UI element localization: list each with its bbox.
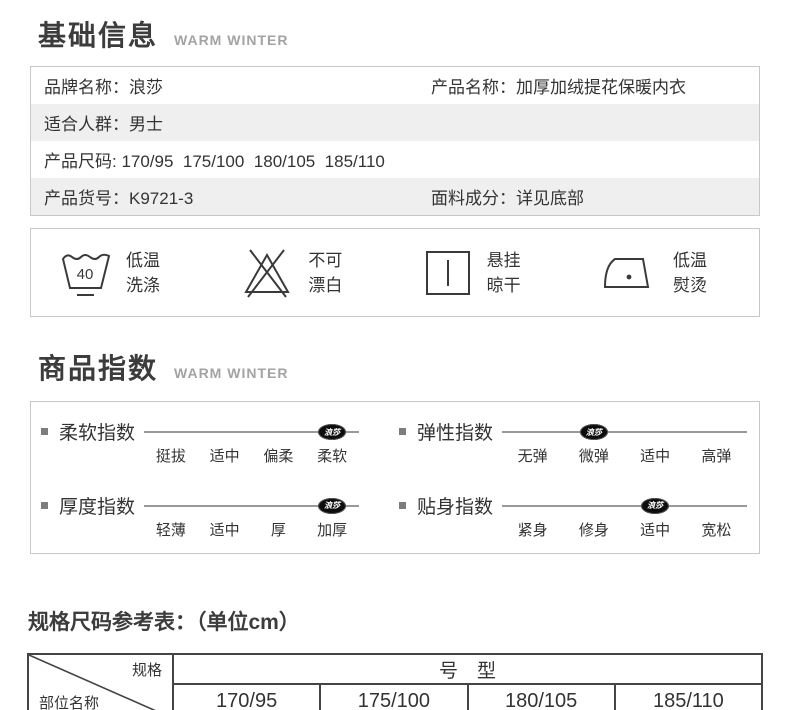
care-label: 低温 洗涤 (126, 248, 160, 298)
tick-labels: 紧身修身适中宽松 (502, 519, 747, 540)
care-item-bleach: 不可 漂白 (241, 246, 342, 300)
diagonal-header-cell: 规格 部位名称 (28, 654, 173, 710)
brand-marker-icon: 浪莎 (580, 424, 608, 440)
slider-row-elasticity: 弹性指数 浪莎 无弹微弹适中高弹 (395, 418, 759, 480)
product-code-cell: 产品货号：K9721-3 (31, 184, 431, 209)
slider-label: 厚度指数 (59, 492, 135, 519)
iron-low-temp-icon (602, 252, 658, 294)
size-cell: 175/100 (320, 684, 467, 710)
slider-label: 柔软指数 (59, 418, 135, 445)
target-group-cell: 适合人群：男士 (31, 110, 759, 135)
product-sizes-cell: 产品尺码: 170/95 175/100 180/105 185/110 (31, 147, 759, 172)
product-index-header: 商品指数 WARM WINTER (38, 347, 790, 387)
basic-info-table: 品牌名称：浪莎 产品名称：加厚加绒提花保暖内衣 适合人群：男士 产品尺码: 17… (30, 66, 760, 216)
slider-label: 贴身指数 (417, 492, 493, 519)
care-item-wash: 40 低温 洗涤 (61, 246, 160, 300)
table-row: 品牌名称：浪莎 产品名称：加厚加绒提花保暖内衣 (31, 67, 759, 104)
wash-low-temp-icon: 40 (61, 246, 111, 300)
brand-marker-icon: 浪莎 (641, 498, 669, 514)
square-bullet-icon (399, 502, 406, 509)
square-bullet-icon (41, 428, 48, 435)
size-reference-table: 规格 部位名称 号 型 170/95 175/100 180/105 185/1… (27, 653, 763, 710)
table-row: 产品尺码: 170/95 175/100 180/105 185/110 (31, 141, 759, 178)
elasticity-slider: 浪莎 无弹微弹适中高弹 (502, 418, 747, 466)
size-cell: 180/105 (468, 684, 615, 710)
care-label: 低温 熨烫 (673, 248, 707, 298)
square-bullet-icon (41, 502, 48, 509)
no-bleach-icon (241, 246, 293, 300)
section-watermark: WARM WINTER (174, 32, 288, 48)
svg-text:40: 40 (77, 266, 94, 283)
table-row: 规格 部位名称 号 型 (28, 654, 762, 684)
care-label: 不可 漂白 (308, 248, 342, 298)
table-row: 适合人群：男士 (31, 104, 759, 141)
tick-labels: 无弹微弹适中高弹 (502, 445, 747, 466)
softness-slider: 浪莎 挺拔适中偏柔柔软 (144, 418, 359, 466)
brand-marker-icon: 浪莎 (318, 424, 346, 440)
slider-label: 弹性指数 (417, 418, 493, 445)
hang-dry-icon (424, 249, 472, 297)
table-row: 产品货号：K9721-3 面料成分：详见底部 (31, 178, 759, 215)
brand-name-cell: 品牌名称：浪莎 (31, 73, 431, 98)
tick-labels: 挺拔适中偏柔柔软 (144, 445, 359, 466)
care-item-iron: 低温 熨烫 (602, 248, 707, 298)
product-index-box: 柔软指数 浪莎 挺拔适中偏柔柔软 弹性指数 浪莎 无弹微弹适中高弹 厚度指数 浪… (30, 401, 760, 554)
basic-info-header: 基础信息 WARM WINTER (38, 14, 790, 54)
slider-row-softness: 柔软指数 浪莎 挺拔适中偏柔柔软 (31, 418, 395, 480)
thickness-slider: 浪莎 轻薄适中厚加厚 (144, 492, 359, 540)
size-group-header: 号 型 (173, 654, 762, 684)
size-cell: 170/95 (173, 684, 320, 710)
part-corner-label: 部位名称 (39, 692, 99, 710)
slider-row-thickness: 厚度指数 浪莎 轻薄适中厚加厚 (31, 492, 395, 554)
size-cell: 185/110 (615, 684, 762, 710)
section-watermark: WARM WINTER (174, 365, 288, 381)
care-label: 悬挂 晾干 (487, 248, 521, 298)
tick-labels: 轻薄适中厚加厚 (144, 519, 359, 540)
size-chart-title: 规格尺码参考表：（单位cm） (28, 606, 790, 636)
section-title: 商品指数 (38, 347, 158, 387)
care-instructions-box: 40 低温 洗涤 不可 漂白 悬挂 晾干 (30, 228, 760, 317)
brand-marker-icon: 浪莎 (318, 498, 346, 514)
care-item-dry: 悬挂 晾干 (424, 248, 521, 298)
product-name-cell: 产品名称：加厚加绒提花保暖内衣 (431, 73, 759, 98)
fit-slider: 浪莎 紧身修身适中宽松 (502, 492, 747, 540)
fabric-cell: 面料成分：详见底部 (431, 184, 759, 209)
slider-track (502, 505, 747, 507)
slider-row-fit: 贴身指数 浪莎 紧身修身适中宽松 (395, 492, 759, 554)
section-title: 基础信息 (38, 14, 158, 54)
spec-corner-label: 规格 (132, 659, 162, 680)
square-bullet-icon (399, 428, 406, 435)
slider-track (502, 431, 747, 433)
